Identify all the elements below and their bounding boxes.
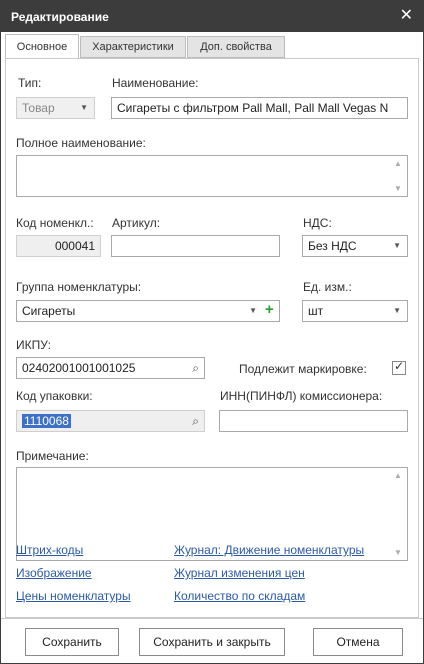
- chevron-down-icon[interactable]: ▼: [393, 236, 401, 256]
- prices-link[interactable]: Цены номенклатуры: [16, 589, 131, 603]
- journal-prices-link[interactable]: Журнал изменения цен: [174, 566, 305, 580]
- code-input: 000041: [16, 235, 101, 257]
- search-icon[interactable]: ⌕: [192, 358, 199, 378]
- tab-bar: Основное Характеристики Доп. свойства: [1, 33, 423, 59]
- image-link[interactable]: Изображение: [16, 566, 92, 580]
- name-label: Наименование:: [112, 76, 199, 90]
- fullname-scrollbar[interactable]: ▲ ▼: [392, 157, 406, 195]
- pack-label: Код упаковки:: [16, 389, 93, 403]
- name-input[interactable]: Сигареты с фильтром Pall Mall, Pall Mall…: [111, 97, 408, 119]
- inn-label: ИНН(ПИНФЛ) комиссионера:: [220, 389, 383, 403]
- unit-label: Ед. изм.:: [303, 280, 352, 294]
- vat-select[interactable]: Без НДС ▼: [302, 235, 408, 257]
- pack-value: 1110068: [22, 414, 71, 428]
- cancel-button[interactable]: Отмена: [313, 628, 403, 656]
- unit-value: шт: [308, 304, 324, 318]
- chevron-down-icon: ▼: [80, 103, 88, 112]
- chevron-down-icon[interactable]: ▼: [249, 301, 257, 321]
- type-select[interactable]: Товар ▼: [16, 97, 95, 119]
- group-label: Группа номенклатуры:: [16, 280, 142, 294]
- marking-checkbox[interactable]: ✓: [392, 359, 406, 375]
- group-select[interactable]: Сигареты ▼: [16, 300, 280, 322]
- vat-label: НДС:: [303, 216, 332, 230]
- scroll-down-icon[interactable]: ▼: [394, 548, 402, 557]
- fullname-textarea[interactable]: ▲ ▼: [16, 155, 408, 197]
- save-and-close-button[interactable]: Сохранить и закрыть: [139, 628, 285, 656]
- article-input[interactable]: [111, 235, 280, 257]
- code-label: Код номенкл.:: [16, 216, 94, 230]
- vat-value: Без НДС: [308, 239, 357, 253]
- inn-input[interactable]: [219, 410, 408, 432]
- ikpu-input[interactable]: 02402001001001025 ⌕: [16, 357, 205, 379]
- dialog-title: Редактирование: [11, 10, 109, 24]
- close-icon[interactable]: ✕: [400, 7, 413, 25]
- qty-by-warehouse-link[interactable]: Количество по складам: [174, 589, 305, 603]
- footer: Сохранить Сохранить и закрыть Отмена: [1, 618, 423, 664]
- ikpu-value: 02402001001001025: [22, 361, 136, 375]
- note-scrollbar[interactable]: ▲ ▼: [392, 469, 406, 559]
- checkmark-icon: ✓: [394, 359, 405, 373]
- edit-dialog: Редактирование ✕ Основное Характеристики…: [0, 0, 424, 664]
- title-bar: Редактирование ✕: [1, 1, 423, 32]
- journal-movement-link[interactable]: Журнал: Движение номенклатуры: [174, 543, 364, 557]
- marking-label: Подлежит маркировке:: [239, 362, 367, 376]
- save-button[interactable]: Сохранить: [25, 628, 119, 656]
- barcodes-link[interactable]: Штрих-коды: [16, 543, 83, 557]
- scroll-up-icon[interactable]: ▲: [394, 471, 402, 480]
- chevron-down-icon[interactable]: ▼: [393, 301, 401, 321]
- type-label: Тип:: [18, 76, 42, 90]
- pack-input[interactable]: 1110068 ⌕: [16, 410, 205, 432]
- scroll-up-icon[interactable]: ▲: [394, 159, 402, 168]
- ikpu-label: ИКПУ:: [16, 338, 51, 352]
- note-label: Примечание:: [16, 449, 89, 463]
- type-value: Товар: [22, 101, 55, 115]
- group-value: Сигареты: [22, 304, 76, 318]
- tab-main[interactable]: Основное: [5, 34, 79, 59]
- article-label: Артикул:: [112, 216, 161, 230]
- unit-select[interactable]: шт ▼: [302, 300, 408, 322]
- plus-icon[interactable]: +: [265, 300, 274, 320]
- scroll-down-icon[interactable]: ▼: [394, 184, 402, 193]
- tab-characteristics[interactable]: Характеристики: [80, 36, 186, 58]
- fullname-label: Полное наименование:: [16, 136, 146, 150]
- tab-extra-properties[interactable]: Доп. свойства: [187, 36, 285, 58]
- search-icon[interactable]: ⌕: [192, 411, 199, 431]
